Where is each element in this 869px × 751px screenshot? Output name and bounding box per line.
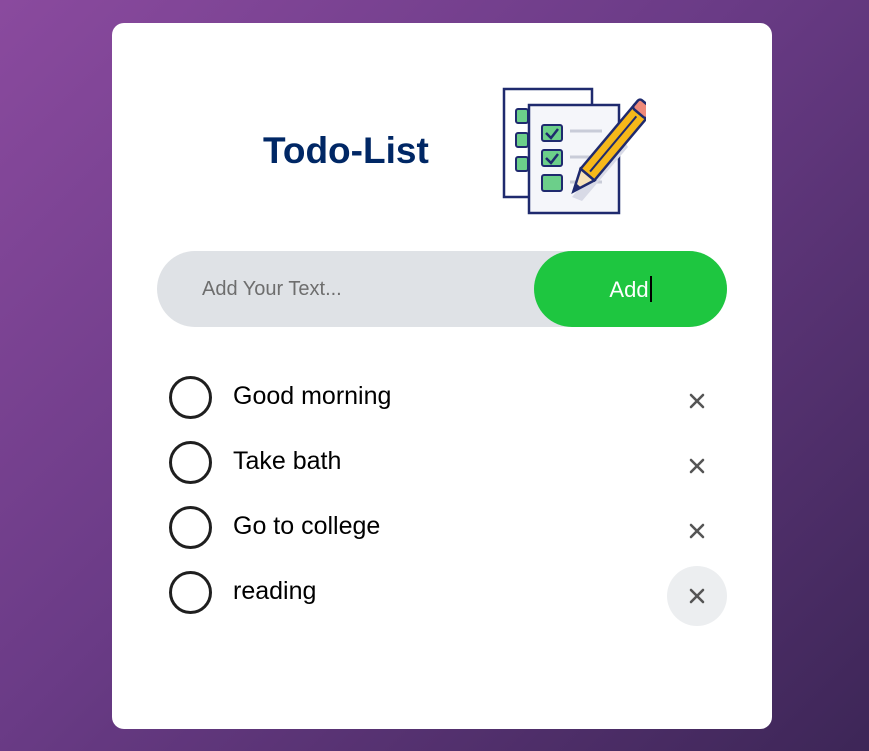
delete-button[interactable] — [667, 436, 727, 496]
todo-text-input[interactable] — [157, 251, 537, 327]
todo-item-text: Good morning — [233, 382, 392, 410]
todo-item-text: Take bath — [233, 447, 342, 475]
todo-item-text: Go to college — [233, 512, 381, 540]
todo-item[interactable]: reading — [157, 558, 727, 626]
todo-item-text: reading — [233, 577, 317, 605]
circle-icon[interactable] — [169, 506, 212, 549]
todo-item[interactable]: Take bath — [157, 428, 727, 493]
header: Todo-List — [112, 23, 772, 223]
delete-button[interactable] — [667, 371, 727, 431]
circle-icon[interactable] — [169, 441, 212, 484]
close-icon — [689, 523, 705, 539]
todo-card: Todo-List Add Your Text... Add Good morn… — [112, 23, 772, 729]
todo-item[interactable]: Good morning — [157, 363, 727, 428]
close-icon — [689, 588, 705, 604]
todo-list: Good morning Take bath Go to college rea… — [157, 363, 727, 626]
todo-input-row: Add — [157, 251, 727, 327]
circle-icon[interactable] — [169, 571, 212, 614]
close-icon — [689, 458, 705, 474]
page-title: Todo-List — [263, 130, 429, 171]
delete-button[interactable] — [667, 566, 727, 626]
todo-checklist-pencil-icon — [502, 87, 646, 215]
circle-icon[interactable] — [169, 376, 212, 419]
add-button-label: Add — [609, 276, 649, 302]
close-icon — [689, 393, 705, 409]
delete-button[interactable] — [667, 501, 727, 561]
todo-item[interactable]: Go to college — [157, 493, 727, 558]
text-cursor — [649, 275, 652, 302]
add-button[interactable]: Add — [534, 251, 727, 327]
